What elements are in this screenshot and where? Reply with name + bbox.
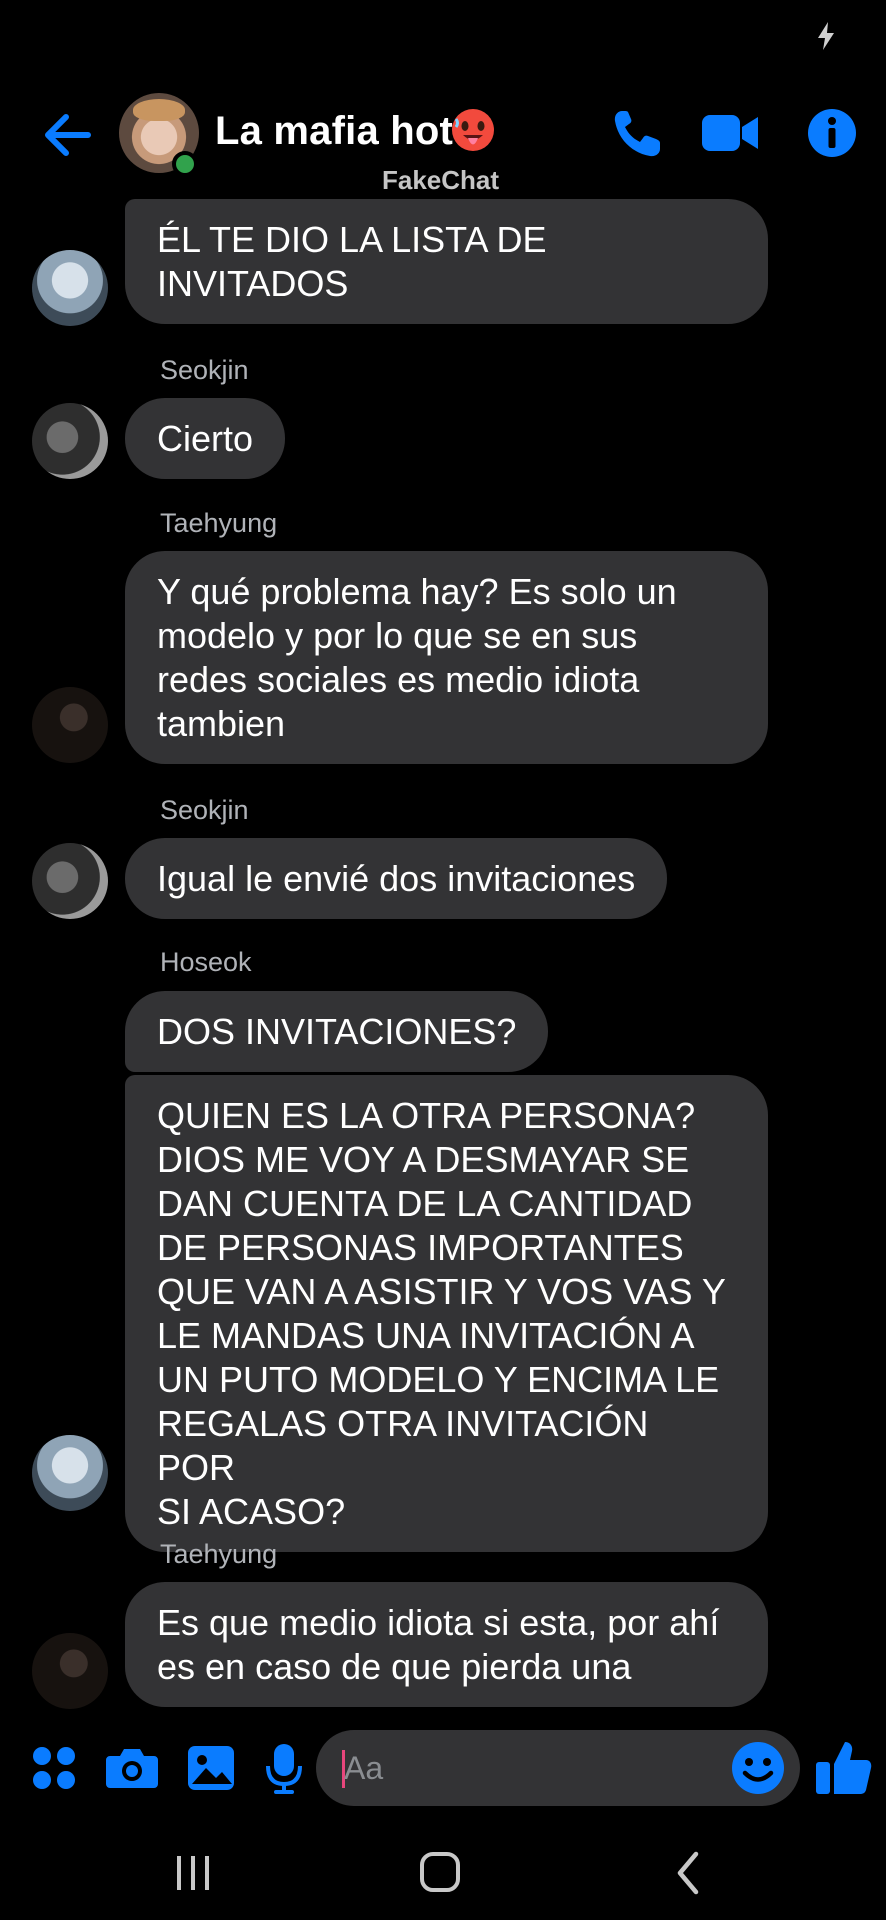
system-navigation-bar xyxy=(0,1820,886,1920)
message-bubble[interactable]: DOS INVITACIONES? xyxy=(125,991,549,1072)
message-bubble[interactable]: Cierto xyxy=(125,398,286,479)
mic-icon[interactable] xyxy=(256,1740,312,1796)
sender-name: Taehyung xyxy=(160,508,278,538)
status-bar xyxy=(0,0,886,70)
phone-icon[interactable] xyxy=(608,105,668,161)
sender-avatar[interactable] xyxy=(32,687,108,763)
hot-face-emoji-icon xyxy=(452,109,494,151)
video-camera-icon[interactable] xyxy=(700,105,760,161)
back-arrow-icon[interactable] xyxy=(40,107,96,163)
recents-icon[interactable] xyxy=(163,1848,223,1898)
message-bubble[interactable]: Y qué problema hay? Es solo un modelo y … xyxy=(125,551,768,764)
sender-avatar[interactable] xyxy=(32,1435,108,1511)
message-input-container[interactable] xyxy=(316,1730,800,1806)
sender-name: Hoseok xyxy=(160,947,252,977)
message-bubble[interactable]: ÉL TE DIO LA LISTA DE INVITADOS xyxy=(125,199,768,324)
home-icon[interactable] xyxy=(410,1848,470,1898)
gallery-icon[interactable] xyxy=(184,1740,240,1796)
chat-title[interactable]: La mafia hot xyxy=(215,109,453,154)
sender-name: Seokjin xyxy=(160,355,249,385)
sender-avatar[interactable] xyxy=(32,250,108,326)
online-status-dot xyxy=(172,151,198,177)
chat-header: La mafia hot FakeChat xyxy=(0,85,886,195)
sender-name: Taehyung xyxy=(160,1539,278,1569)
sender-avatar[interactable] xyxy=(32,843,108,919)
back-icon[interactable] xyxy=(660,1848,720,1898)
info-icon[interactable] xyxy=(802,105,862,161)
message-list[interactable]: ÉL TE DIO LA LISTA DE INVITADOS Seokjin … xyxy=(0,195,886,1715)
apps-icon[interactable] xyxy=(26,1740,82,1796)
sender-avatar[interactable] xyxy=(32,403,108,479)
sender-avatar[interactable] xyxy=(32,1633,108,1709)
emoji-icon[interactable] xyxy=(728,1738,788,1798)
message-bubble[interactable]: Igual le envié dos invitaciones xyxy=(125,838,668,919)
charging-bolt-icon xyxy=(818,22,834,50)
sender-name: Seokjin xyxy=(160,795,249,825)
message-bubble[interactable]: Es que medio idiota si esta, por ahí es … xyxy=(125,1582,768,1707)
camera-icon[interactable] xyxy=(104,1740,160,1796)
message-bubble[interactable]: QUIEN ES LA OTRA PERSONA? DIOS ME VOY A … xyxy=(125,1075,768,1552)
thumbs-up-icon[interactable] xyxy=(812,1736,874,1798)
message-input[interactable] xyxy=(344,1730,724,1806)
message-composer xyxy=(0,1728,886,1808)
fakechat-watermark: FakeChat xyxy=(382,165,500,195)
